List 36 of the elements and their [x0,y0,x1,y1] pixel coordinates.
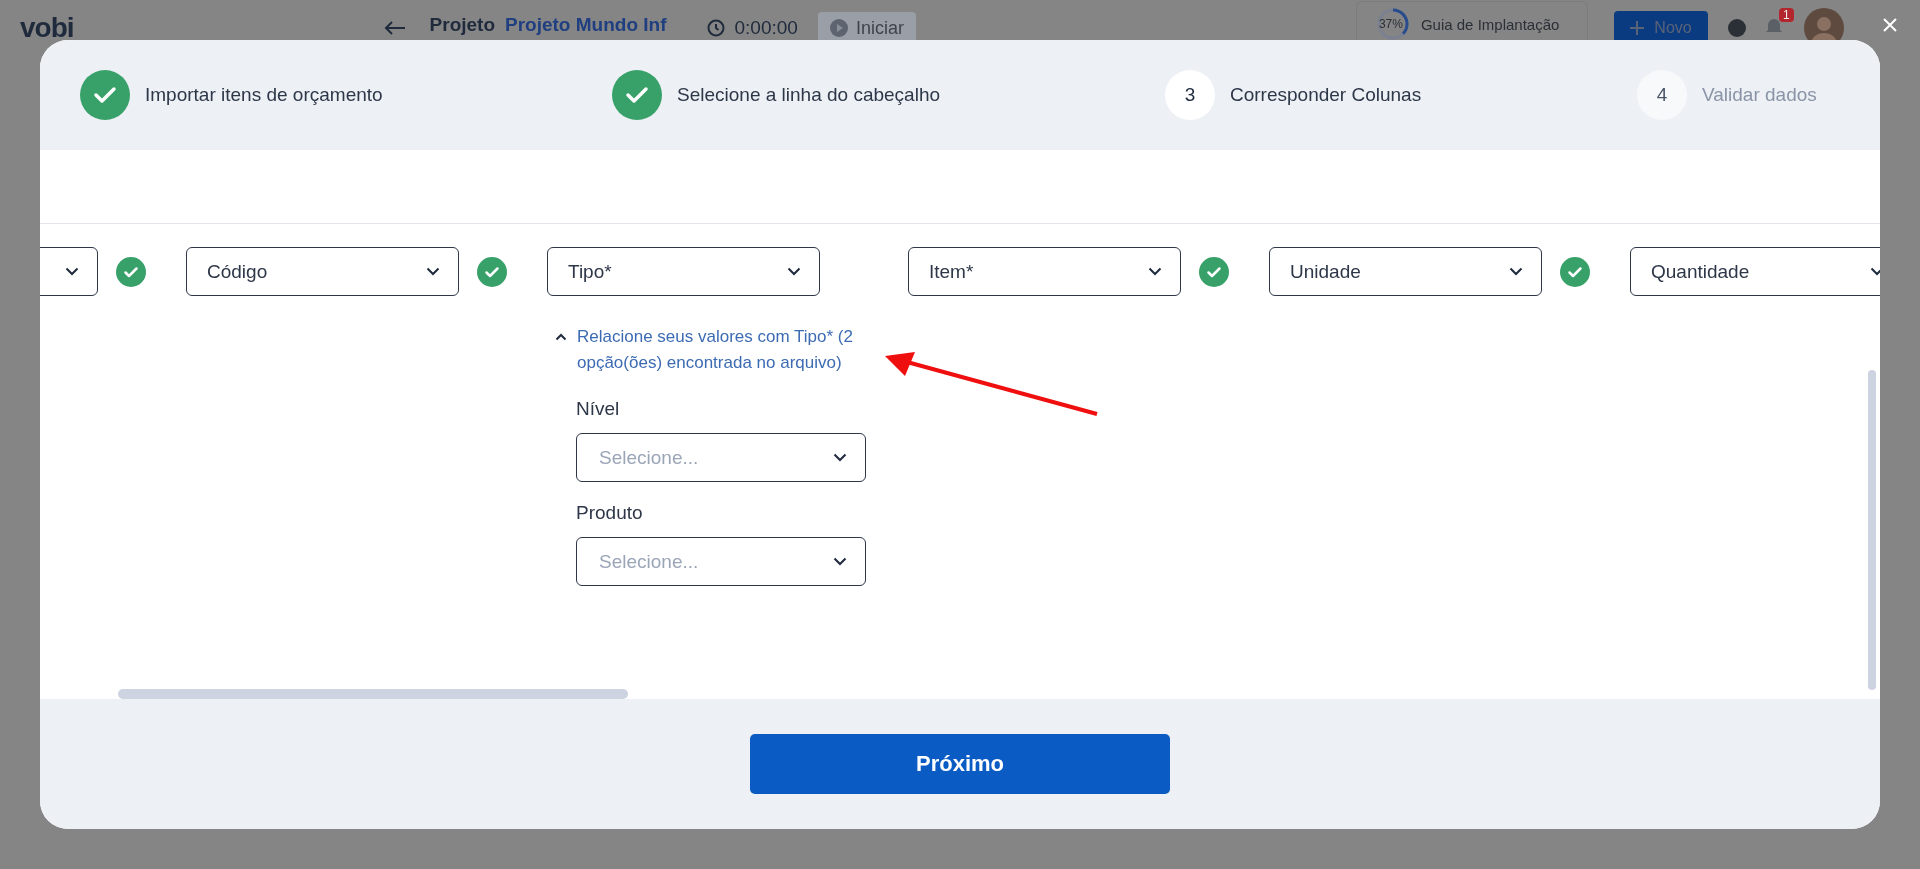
back-arrow-icon[interactable] [383,20,406,36]
column-select[interactable]: Código [186,247,459,296]
field-label: Nível [576,398,621,420]
close-icon[interactable] [1882,17,1898,33]
field-label: Produto [576,502,644,524]
clock-icon [706,19,725,37]
chevron-down-icon [833,453,847,462]
step-label: Corresponder Colunas [1230,84,1422,106]
chevron-down-icon [1509,267,1523,276]
breadcrumb-label: Projeto [429,14,495,36]
chevron-up-icon[interactable] [555,333,567,341]
column-select[interactable]: Quantidade [1630,247,1880,296]
step-number: 3 [1165,70,1215,120]
timer: 0:00:00 [734,17,798,39]
play-icon [829,19,848,37]
notification-badge: 1 [1779,8,1794,22]
chevron-down-icon [65,267,79,276]
chevron-down-icon [1148,267,1162,276]
column-select[interactable]: Unidade [1269,247,1542,296]
chevron-down-icon [426,267,440,276]
progress-percent: 37% [1378,17,1403,31]
mapping-toggle-link[interactable]: Relacione seus valores com Tipo* (2 opção(ões) encontrada no arquivo) [577,324,917,376]
logo[interactable]: vobi [20,12,74,44]
step-label: Validar dados [1702,84,1817,106]
column-select[interactable]: Item* [908,247,1181,296]
next-button[interactable]: Próximo [750,734,1170,794]
chevron-down-icon [1870,267,1880,276]
chevron-down-icon [787,267,801,276]
step-label: Importar itens de orçamento [145,84,383,106]
step-number: 4 [1637,70,1687,120]
guide-label: Guia de Implantação [1420,15,1560,33]
help-icon[interactable] [1727,19,1746,37]
step-label: Selecione a linha do cabeçalho [677,84,941,106]
column-select[interactable]: Tipo* [547,247,820,296]
plus-icon [1630,21,1645,35]
chevron-down-icon [833,557,847,566]
